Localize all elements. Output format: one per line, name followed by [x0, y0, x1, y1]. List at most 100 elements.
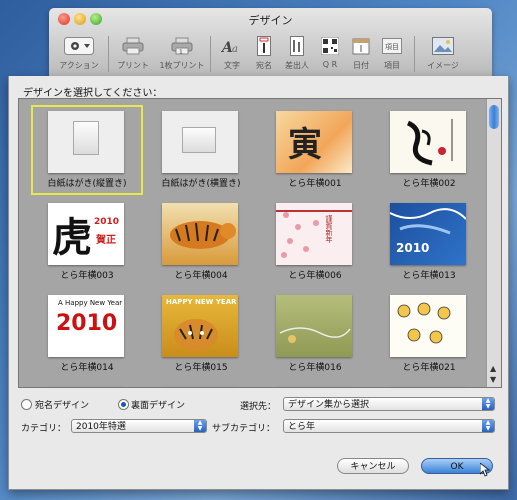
design-item-partial[interactable] [259, 381, 371, 387]
toolbar-print-button[interactable]: プリント [109, 34, 157, 76]
design-item-label: とら年横002 [402, 179, 456, 189]
design-item-tora-016[interactable]: とら年横016 [259, 289, 371, 379]
svg-text:1: 1 [179, 49, 183, 55]
thumbnail-pattern [279, 327, 351, 343]
select-source-value: デザイン集から選択 [288, 400, 370, 410]
design-item-tora-015[interactable]: HAPPY NEW YEAR とら年横015 [145, 289, 257, 379]
toolbar-image-label: イメージ [427, 61, 459, 70]
toolbar-address-button[interactable]: 宛名 [249, 34, 279, 76]
design-item-partial[interactable] [31, 381, 143, 387]
popup-arrows-icon: ▲ ▼ [194, 420, 206, 432]
address-design-radio[interactable] [21, 399, 32, 410]
category-popup[interactable]: 2010年特選 ▲ ▼ [71, 419, 207, 433]
design-item-blank-portrait[interactable]: 白紙はがき(縦置き) [31, 105, 143, 195]
design-item-label: とら年横021 [402, 363, 456, 373]
toolbar-print-label: プリント [117, 61, 149, 70]
address-design-label: 宛名デザイン [35, 401, 90, 411]
design-item-label: とら年横014 [60, 363, 114, 373]
address-icon [257, 36, 271, 56]
toolbar-separator [414, 36, 415, 72]
toolbar-sender-label: 差出人 [285, 61, 309, 70]
toolbar-date-button[interactable]: 日付 [346, 34, 376, 76]
back-design-label: 裏面デザイン [131, 401, 186, 411]
blank-paper-icon [182, 127, 216, 153]
design-item-partial[interactable] [145, 381, 257, 387]
subcategory-label: サブカテゴリ： [212, 424, 276, 434]
subcategory-value: とら年 [288, 422, 316, 432]
toolbar-field-button[interactable]: 項目 項目 [377, 34, 407, 76]
thumbnail-greeting: 謹賀新年 [325, 215, 333, 243]
toolbar-text-button[interactable]: Aa 文字 [217, 34, 247, 76]
design-selection-sheet: デザインを選択してください： 白紙はがき(縦置き) 白紙はがき(横置き) 寅 と… [8, 76, 509, 490]
toolbar-text-label: 文字 [224, 61, 240, 70]
design-item-label: とら年横004 [174, 271, 228, 281]
thumbnail-greeting: 賀正 [96, 235, 116, 246]
design-item-tora-014[interactable]: A Happy New Year 2010 とら年横014 [31, 289, 143, 379]
scroll-down-icon[interactable]: ▼ [490, 375, 496, 384]
toolbar-action-button[interactable]: アクション [53, 34, 105, 76]
thumbnail-year: 2010 [396, 241, 430, 255]
field-icon: 項目 [382, 38, 402, 54]
design-prompt: デザインを選択してください： [23, 88, 163, 99]
text-icon: Aa [221, 40, 238, 55]
gear-icon [64, 37, 94, 55]
thumbnail-kanji: 虎 [52, 214, 92, 261]
vertical-scrollbar[interactable]: ▲ ▼ [486, 99, 501, 387]
design-item-label: とら年横006 [288, 271, 342, 281]
select-source-popup[interactable]: デザイン集から選択 ▲ ▼ [283, 397, 495, 411]
category-value: 2010年特選 [76, 422, 126, 432]
thumbnail-brush-art [406, 119, 453, 166]
design-item-blank-landscape[interactable]: 白紙はがき(横置き) [145, 105, 257, 195]
scroll-up-icon[interactable]: ▲ [490, 364, 496, 373]
svg-text:項目: 項目 [385, 43, 399, 51]
window-title: デザイン [248, 14, 293, 27]
svg-text:a: a [232, 44, 238, 55]
qr-code-icon [321, 37, 339, 55]
popup-arrows-icon: ▲ ▼ [482, 398, 494, 410]
design-window-toolbar: デザイン アクション プリント 1 1枚プリント Aa 文字 宛名 差出人 Q … [49, 8, 492, 78]
thumbnail-greeting: A Happy New Year [58, 299, 123, 307]
scroll-thumb[interactable] [489, 105, 499, 129]
tiger-illustration [390, 208, 466, 235]
mouse-pointer-icon [480, 463, 490, 477]
design-item-tora-003[interactable]: 虎 2010 賀正 とら年横003 [31, 197, 143, 287]
design-item-tora-001[interactable]: 寅 とら年横001 [259, 105, 371, 195]
tiger-illustration [170, 221, 236, 249]
thumbnail-pattern [276, 210, 352, 258]
toolbar-print-single-label: 1枚プリント [159, 61, 205, 70]
design-item-partial[interactable] [373, 381, 485, 387]
toolbar-field-label: 項目 [384, 61, 400, 70]
design-item-label: とら年横001 [288, 179, 342, 189]
toolbar-sender-button[interactable]: 差出人 [279, 34, 315, 76]
toolbar-image-button[interactable]: イメージ [421, 34, 465, 76]
design-item-label: とら年横015 [174, 363, 228, 373]
select-source-label: 選択先： [240, 402, 277, 412]
design-item-tora-002[interactable]: とら年横002 [373, 105, 485, 195]
category-label: カテゴリ： [21, 424, 67, 434]
thumbnail-greeting: HAPPY NEW YEAR [166, 298, 237, 306]
toolbar-print-single-button[interactable]: 1 1枚プリント [157, 34, 207, 76]
design-item-tora-004[interactable]: とら年横004 [145, 197, 257, 287]
design-item-label: 白紙はがき(横置き) [161, 179, 241, 189]
image-icon [432, 37, 454, 55]
toolbar-action-label: アクション [59, 61, 99, 70]
toolbar-separator [210, 36, 211, 72]
design-item-label: とら年横016 [288, 363, 342, 373]
toolbar-qr-button[interactable]: Q R [315, 34, 345, 76]
design-item-label: とら年横003 [60, 271, 114, 281]
thumbnail-year: 2010 [94, 217, 120, 227]
subcategory-popup[interactable]: とら年 ▲ ▼ [283, 419, 495, 433]
design-item-tora-006[interactable]: 謹賀新年 とら年横006 [259, 197, 371, 287]
design-item-label: 白紙はがき(縦置き) [47, 179, 127, 189]
toolbar-qr-label: Q R [322, 60, 338, 69]
blank-paper-icon [73, 121, 99, 155]
design-item-tora-013[interactable]: 2010 とら年横013 [373, 197, 485, 287]
cancel-button[interactable]: キャンセル [337, 458, 409, 474]
printer-icon [122, 37, 144, 55]
design-item-tora-021[interactable]: とら年横021 [373, 289, 485, 379]
back-design-radio[interactable] [118, 399, 129, 410]
design-grid: 白紙はがき(縦置き) 白紙はがき(横置き) 寅 とら年横001 とら年横002 … [18, 98, 502, 388]
tiger-illustration [397, 302, 451, 344]
sender-icon [290, 36, 304, 56]
design-item-label: とら年横013 [402, 271, 456, 281]
